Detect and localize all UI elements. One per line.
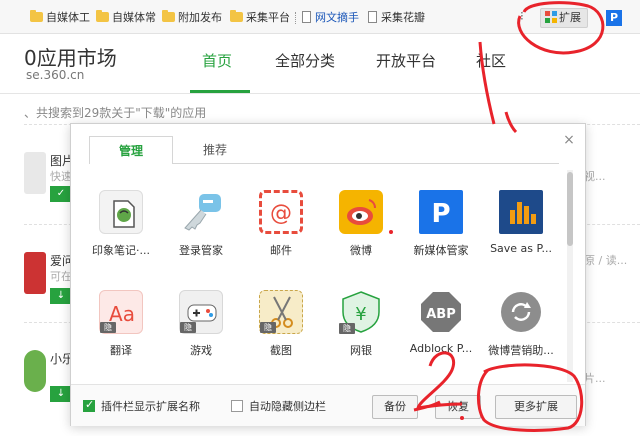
hidden-tag: 隐 — [100, 322, 116, 333]
bookmark-folder[interactable]: 采集平台 — [230, 10, 290, 26]
nav-open-platform[interactable]: 开放平台 — [376, 50, 436, 71]
header-divider — [0, 93, 640, 94]
extension-label: Adblock P... — [409, 342, 473, 355]
close-icon[interactable]: × — [561, 132, 577, 148]
extension-label: 新媒体管家 — [413, 244, 469, 257]
hidden-tag: 隐 — [260, 322, 276, 333]
app-desc: 快速 — [50, 170, 72, 183]
app-desc-tail: 视... — [584, 170, 606, 183]
nav-home[interactable]: 首页 — [202, 50, 232, 71]
page-icon — [368, 11, 377, 23]
tab-recommend[interactable]: 推荐 — [173, 136, 257, 164]
extensions-button[interactable]: 扩展 — [540, 8, 588, 28]
app-icon[interactable] — [24, 350, 46, 392]
extension-weibo-marketing[interactable]: 微博营销助... — [481, 290, 561, 374]
restore-button[interactable]: 恢复 — [435, 395, 481, 419]
extension-translate[interactable]: Aa 隐 翻译 — [81, 290, 161, 374]
evernote-icon — [99, 190, 143, 234]
extension-save-as-pdf[interactable]: Save as P... — [481, 190, 561, 274]
extension-label: 截图 — [270, 344, 292, 357]
extension-label: 翻译 — [110, 344, 132, 357]
extension-label: 印象笔记·... — [92, 244, 150, 257]
extension-label: 游戏 — [190, 344, 212, 357]
auto-hide-label[interactable]: 自动隐藏侧边栏 — [249, 398, 326, 414]
show-names-checkbox[interactable] — [83, 398, 95, 412]
bookmark-folder[interactable]: 附加发布 — [162, 10, 222, 26]
folder-icon — [96, 10, 109, 22]
site-title[interactable]: 0应用市场 — [24, 42, 117, 71]
bookmark-folder[interactable]: 自媒体工 — [30, 10, 90, 26]
tab-active-cover — [90, 163, 172, 164]
extensions-popup: × 管理 推荐 印象笔记·... 登录管家 @ 邮件 微博 P 新媒体管家 Sa… — [70, 123, 586, 426]
extension-adblock-plus[interactable]: ABP Adblock P... — [401, 290, 481, 374]
app-desc: 可在 — [50, 270, 72, 283]
p-extension-icon[interactable]: P — [606, 10, 622, 26]
nav-community[interactable]: 社区 — [476, 50, 506, 71]
hidden-tag: 隐 — [180, 322, 196, 333]
extension-games[interactable]: 隐 游戏 — [161, 290, 241, 374]
bookmarks-bar: 自媒体工 自媒体常 附加发布 采集平台 网文摘手 采集花瓣 ⁝ 扩展 P — [0, 0, 640, 34]
extension-mail[interactable]: @ 邮件 — [241, 190, 321, 274]
extension-label: 登录管家 — [179, 244, 223, 257]
app-icon[interactable] — [24, 152, 46, 194]
abp-icon: ABP — [419, 290, 463, 334]
scissors-icon: 隐 — [259, 290, 303, 334]
svg-text:P: P — [431, 199, 450, 229]
extension-weibo[interactable]: 微博 — [321, 190, 401, 274]
extension-evernote[interactable]: 印象笔记·... — [81, 190, 161, 274]
save-chart-icon — [499, 190, 543, 234]
gamepad-icon: 隐 — [179, 290, 223, 334]
folder-icon — [162, 10, 175, 22]
bookmark-folder[interactable]: 自媒体常 — [96, 10, 156, 26]
hidden-tag: 隐 — [339, 323, 355, 334]
folder-icon — [30, 10, 43, 22]
popup-scrollbar[interactable] — [567, 170, 573, 382]
refresh-icon — [499, 290, 543, 334]
extension-label: 邮件 — [270, 244, 292, 257]
app-icon[interactable] — [24, 252, 46, 294]
svg-text:@: @ — [270, 201, 292, 226]
scrollbar-thumb[interactable] — [567, 172, 573, 246]
weibo-icon — [339, 190, 383, 234]
app-desc-tail: 原 / 读... — [584, 254, 628, 267]
auto-hide-checkbox[interactable] — [231, 400, 243, 412]
extension-label: 网银 — [350, 344, 372, 357]
extension-label: Save as P... — [490, 242, 552, 255]
more-extensions-button[interactable]: 更多扩展 — [495, 395, 577, 419]
download-button[interactable]: ↓ — [50, 386, 72, 402]
download-button[interactable]: ↓ — [50, 288, 72, 304]
page-icon — [302, 11, 311, 23]
backup-button[interactable]: 备份 — [372, 395, 418, 419]
tab-manage[interactable]: 管理 — [89, 136, 173, 164]
extension-online-banking[interactable]: ¥ 隐 网银 — [321, 290, 401, 374]
mail-icon: @ — [259, 190, 303, 234]
svg-text:¥: ¥ — [355, 304, 366, 325]
extension-label: 微博营销助... — [488, 344, 554, 357]
site-url: se.360.cn — [26, 68, 85, 82]
folder-icon — [230, 10, 243, 22]
bookmark-link[interactable]: 采集花瓣 — [368, 10, 425, 26]
key-icon — [179, 190, 223, 234]
show-names-label[interactable]: 插件栏显示扩展名称 — [101, 398, 200, 414]
search-result-count: 、共搜索到29款关于"下载"的应用 — [24, 106, 207, 120]
p-logo-icon: P — [419, 190, 463, 234]
bookmark-link[interactable]: 网文摘手 — [302, 10, 359, 26]
extension-new-media-manager[interactable]: P 新媒体管家 — [401, 190, 481, 274]
more-bookmarks-icon[interactable]: ⁝ — [520, 9, 524, 23]
extension-screenshot[interactable]: 隐 截图 — [241, 290, 321, 374]
shield-yen-icon: ¥ 隐 — [339, 290, 383, 334]
extension-login-manager[interactable]: 登录管家 — [161, 190, 241, 274]
app-desc-tail: 片... — [584, 372, 606, 385]
extension-label: 微博 — [350, 244, 372, 257]
popup-footer: 插件栏显示扩展名称 自动隐藏侧边栏 备份 恢复 更多扩展 — [71, 384, 585, 426]
extensions-grid-icon — [545, 11, 557, 23]
installed-button[interactable]: ✓ — [50, 186, 72, 202]
bookmark-separator — [295, 12, 297, 24]
nav-all-categories[interactable]: 全部分类 — [275, 50, 335, 71]
translate-icon: Aa 隐 — [99, 290, 143, 334]
svg-text:ABP: ABP — [426, 307, 456, 322]
